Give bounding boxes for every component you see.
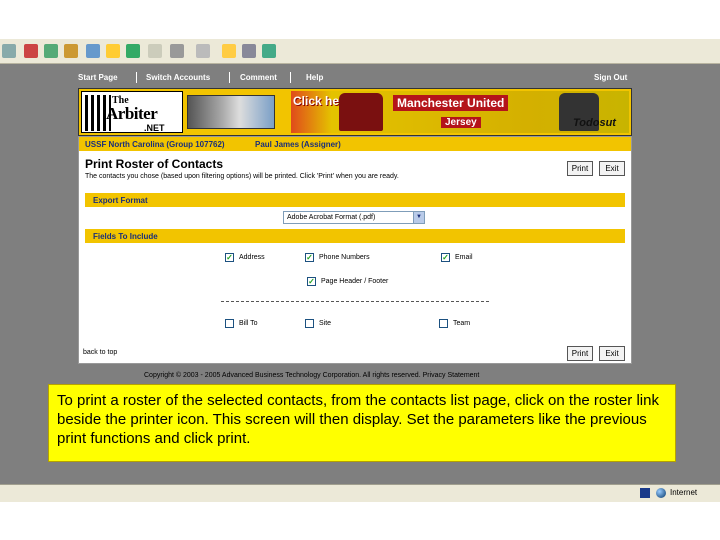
account-org: USSF North Carolina (Group 107762) <box>85 140 225 149</box>
bill-to-label: Bill To <box>239 320 258 327</box>
zone-label: Internet <box>670 488 698 497</box>
nav-sign-out[interactable]: Sign Out <box>594 73 627 82</box>
team-checkbox[interactable] <box>439 319 448 328</box>
logo-net: .NET <box>144 123 165 133</box>
slide: Start Page Switch Accounts Comment Help … <box>0 0 720 540</box>
jersey-ad[interactable]: Click here! Manchester United Jersey Tod… <box>291 91 629 133</box>
jersey-image <box>339 93 383 131</box>
exit-button[interactable]: Exit <box>599 161 625 176</box>
print-icon[interactable] <box>170 44 184 58</box>
print-button[interactable]: Print <box>567 161 593 176</box>
sponsor-ad-image[interactable] <box>187 95 275 129</box>
ad-title: Manchester United <box>393 95 509 111</box>
page-header-checkbox[interactable]: ✓ <box>307 277 316 286</box>
top-nav: Start Page Switch Accounts Comment Help … <box>76 70 632 86</box>
favorites-icon[interactable] <box>106 44 120 58</box>
ad-brand: Todosut <box>573 117 616 129</box>
refresh-icon[interactable] <box>44 44 58 58</box>
email-checkbox[interactable]: ✓ <box>441 253 450 262</box>
edit-icon[interactable] <box>196 44 210 58</box>
nav-separator <box>136 72 137 83</box>
instructions: The contacts you chose (based upon filte… <box>85 173 399 180</box>
discuss-icon[interactable] <box>242 44 256 58</box>
back-to-top-link[interactable]: back to top <box>83 349 117 356</box>
team-label: Team <box>453 320 471 327</box>
browser-toolbar <box>0 38 720 64</box>
ad-jersey: Jersey <box>441 117 481 128</box>
export-format-select[interactable]: Adobe Acrobat Format (.pdf) ▼ <box>283 211 425 224</box>
search-icon[interactable] <box>86 44 100 58</box>
folder-icon[interactable] <box>222 44 236 58</box>
tutorial-caption: To print a roster of the selected contac… <box>48 384 676 462</box>
globe-icon <box>656 488 666 498</box>
bill-to-checkbox[interactable] <box>225 319 234 328</box>
divider <box>221 301 489 302</box>
arbiter-logo[interactable]: The Arbiter .NET <box>81 91 183 133</box>
address-checkbox[interactable]: ✓ <box>225 253 234 262</box>
site-label: Site <box>319 320 332 327</box>
phone-label: Phone Numbers <box>319 254 370 261</box>
home-icon[interactable] <box>64 44 78 58</box>
messenger-icon[interactable] <box>262 44 276 58</box>
chevron-down-icon[interactable]: ▼ <box>413 212 424 223</box>
stop-icon[interactable] <box>24 44 38 58</box>
nav-separator <box>290 72 291 83</box>
site-checkbox[interactable] <box>305 319 314 328</box>
exit-button-bottom[interactable]: Exit <box>599 346 625 361</box>
print-button-bottom[interactable]: Print <box>567 346 593 361</box>
nav-help[interactable]: Help <box>306 73 323 82</box>
zone-icon <box>640 488 650 498</box>
phone-checkbox[interactable]: ✓ <box>305 253 314 262</box>
logo-arbiter: Arbiter <box>106 104 158 123</box>
account-user: Paul James (Assigner) <box>255 140 341 149</box>
status-bar: Internet <box>0 484 720 502</box>
nav-switch-accounts[interactable]: Switch Accounts <box>146 73 210 82</box>
address-label: Address <box>239 254 265 261</box>
back-icon[interactable] <box>2 44 16 58</box>
nav-separator <box>229 72 230 83</box>
export-format-value: Adobe Acrobat Format (.pdf) <box>287 214 376 221</box>
copyright: Copyright © 2003 - 2005 Advanced Busines… <box>144 372 480 379</box>
page-header-label: Page Header / Footer <box>321 278 389 285</box>
mail-icon[interactable] <box>148 44 162 58</box>
banner: The Arbiter .NET Click here! Manchester … <box>78 88 632 136</box>
account-strip: USSF North Carolina (Group 107762) Paul … <box>79 137 631 151</box>
nav-start-page[interactable]: Start Page <box>78 73 118 82</box>
media-icon[interactable] <box>126 44 140 58</box>
print-roster-panel: USSF North Carolina (Group 107762) Paul … <box>78 136 632 364</box>
email-label: Email <box>455 254 473 261</box>
fields-section: Fields To Include <box>85 229 625 243</box>
nav-comment[interactable]: Comment <box>240 73 277 82</box>
export-format-section: Export Format <box>85 193 625 207</box>
page-title: Print Roster of Contacts <box>85 157 224 171</box>
